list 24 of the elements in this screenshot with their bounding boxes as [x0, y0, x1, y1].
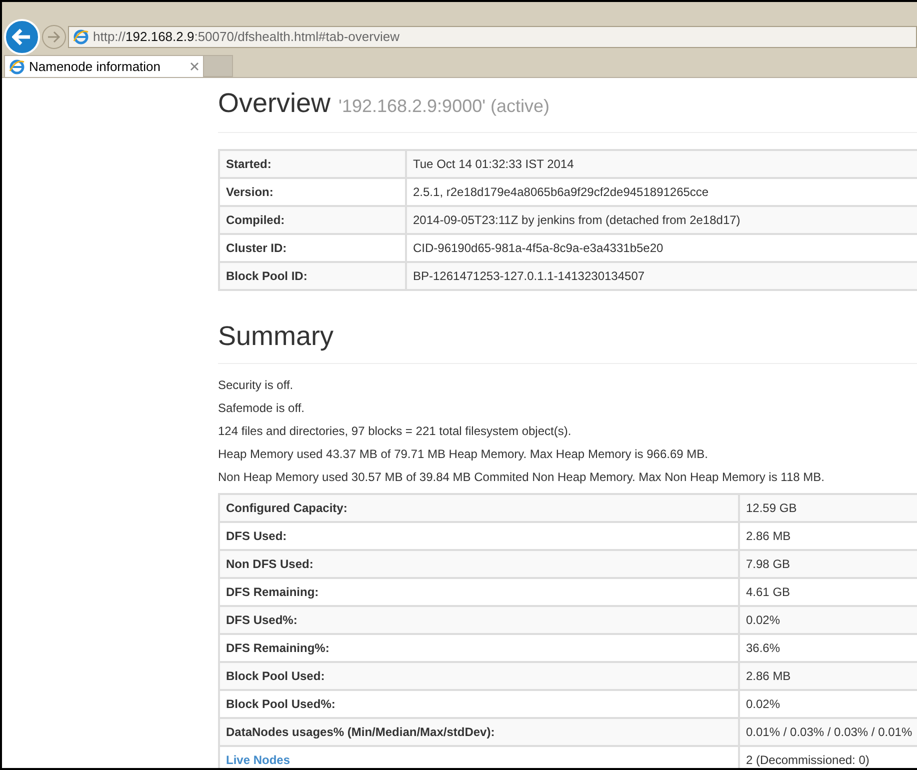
- section-heading: Summary: [218, 320, 335, 353]
- status-text: Safemode is off.: [218, 400, 306, 416]
- browser-logo-icon: [73, 29, 89, 45]
- status-text: 124 files and directories, 97 blocks = 221 total filesystem object(s).: [218, 423, 572, 439]
- tab-label: Namenode information: [29, 58, 162, 76]
- forward-arrow-icon: [47, 31, 61, 43]
- table-cell: Tue Oct 14 01:32:33 IST 2014: [406, 150, 917, 178]
- table-cell: Block Pool ID:: [219, 262, 406, 290]
- section-heading: Overview: [218, 87, 331, 120]
- close-icon[interactable]: [190, 62, 199, 71]
- back-button[interactable]: [4, 19, 40, 55]
- back-arrow-icon: [12, 28, 32, 46]
- address-bar[interactable]: http://192.168.2.9:50070/dfshealth.html#tab-overview: [68, 26, 917, 48]
- link[interactable]: Live Nodes: [219, 746, 739, 768]
- status-text: Non Heap Memory used 30.57 MB of 39.84 MB Commited Non Heap Memory. Max Non Heap Memory is 118 MB.: [218, 469, 826, 485]
- browser-tab[interactable]: Namenode information: [4, 55, 204, 77]
- browser-logo-icon: [9, 58, 25, 74]
- url-text: http://192.168.2.9:50070/dfshealth.html#tab-overview: [93, 28, 400, 46]
- status-text: Heap Memory used 43.37 MB of 79.71 MB Heap Memory. Max Heap Memory is 966.69 MB.: [218, 446, 709, 462]
- table-cell: Started:: [219, 150, 406, 178]
- status-text: Security is off.: [218, 377, 294, 393]
- forward-button[interactable]: [42, 25, 66, 49]
- section-subheading: '192.168.2.9:9000' (active): [338, 95, 550, 118]
- table-cell: Configured Capacity:: [219, 494, 739, 522]
